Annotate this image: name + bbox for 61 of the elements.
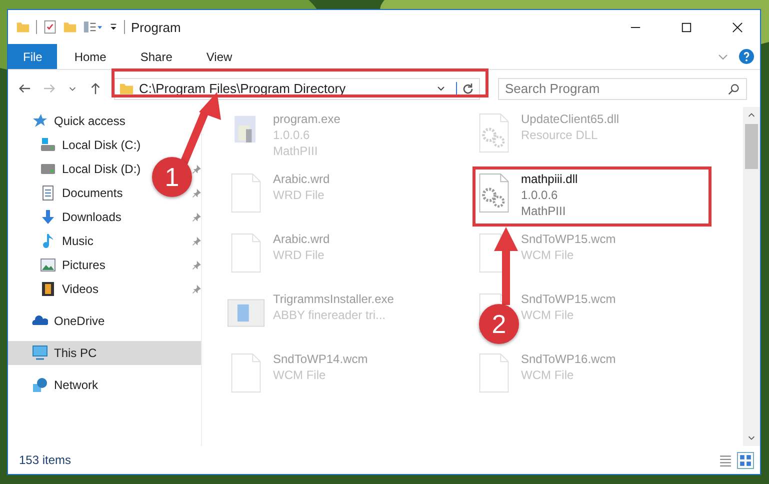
up-icon[interactable] (89, 82, 102, 95)
file-detail: WRD File (273, 187, 326, 203)
drive-icon (40, 161, 56, 177)
checklist-icon[interactable] (43, 20, 57, 34)
window-title: Program (131, 20, 181, 34)
film-icon (40, 281, 56, 297)
globe-icon (32, 377, 48, 393)
nav-item[interactable]: Videos (62, 282, 98, 296)
file-detail: ABBY finereader tri... (273, 307, 386, 323)
pin-icon[interactable] (192, 212, 201, 222)
file-detail: Resource DLL (521, 127, 599, 143)
ribbon-tab[interactable]: View (189, 44, 250, 69)
music-note-icon (40, 233, 56, 249)
search-field[interactable]: Search Program (498, 78, 747, 100)
item-count: 153 items (19, 453, 72, 467)
file-detail: WCM File (273, 367, 327, 383)
tiles-view-icon[interactable] (737, 452, 754, 468)
file-detail: MathPIII (273, 143, 319, 159)
file-detail: 1.0.0.6 (521, 187, 559, 203)
nav-item[interactable]: Quick access (54, 114, 126, 128)
nav-item[interactable]: Music (62, 234, 94, 248)
file-detail: WCM File (521, 307, 575, 323)
star-icon (32, 113, 48, 129)
scroll-thumb[interactable] (745, 124, 758, 169)
file-menu-tab[interactable]: File (8, 44, 58, 69)
pin-icon[interactable] (192, 188, 201, 198)
nav-item[interactable]: This PC (8, 341, 201, 365)
close-icon[interactable] (732, 22, 743, 32)
caret-icon[interactable] (436, 84, 446, 94)
file-detail: WCM File (521, 367, 575, 383)
maximize-icon[interactable] (681, 22, 692, 32)
details-view-icon[interactable] (718, 452, 733, 468)
pin-icon[interactable] (192, 236, 201, 246)
file-name[interactable]: mathpiii.dll (521, 171, 578, 187)
nav-item[interactable]: Local Disk (D:) (62, 162, 141, 176)
document-icon (40, 185, 56, 201)
pin-icon[interactable] (192, 260, 201, 270)
file-detail: WRD File (273, 247, 326, 263)
nav-item[interactable]: Documents (62, 186, 123, 200)
scrollbar[interactable] (743, 107, 760, 446)
back-icon[interactable] (18, 82, 31, 95)
ribbon-tab[interactable]: Home (57, 44, 124, 69)
picture-icon (40, 257, 56, 273)
nav-item[interactable]: Pictures (62, 258, 106, 272)
help-icon[interactable] (739, 49, 754, 64)
nav-item[interactable]: OneDrive (54, 314, 105, 328)
file-detail: MathPIII (521, 203, 567, 219)
search-icon[interactable] (728, 82, 740, 94)
nav-item[interactable]: Downloads (62, 210, 122, 224)
drive-icon (40, 137, 56, 153)
file-detail: 1.0.0.6 (273, 127, 311, 143)
address-bar[interactable]: C:\Program Files\Program Directory (114, 78, 480, 100)
nav-item[interactable]: Local Disk (C:) (62, 138, 141, 152)
file-detail: WCM File (521, 247, 575, 263)
properties-icon[interactable] (83, 20, 103, 34)
nav-item[interactable]: Network (54, 378, 98, 392)
download-icon (40, 209, 56, 225)
pin-icon[interactable] (192, 164, 201, 174)
monitor-icon (32, 345, 48, 361)
pin-icon[interactable] (192, 284, 201, 294)
ribbon-tab[interactable]: Share (123, 44, 190, 69)
